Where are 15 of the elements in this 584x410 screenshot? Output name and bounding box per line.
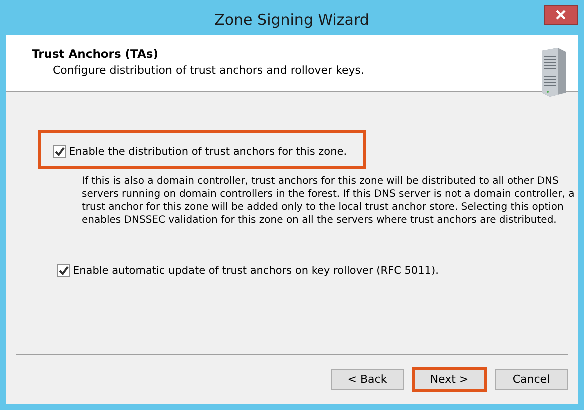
page-subtitle: Configure distribution of trust anchors and rollover keys.: [53, 64, 364, 77]
option-description: If this is also a domain controller, trust anchors for this zone will be distributed to all other DNS servers running on domain controllers in the forest. If this DNS server is not a domain controller, a trust anchor for this zone will be added only to the local trust anchor store. Selecting this option enables DNSSEC validation for this zone on all the servers where trust anchors are distributed.: [82, 175, 576, 227]
checkmark-icon: [58, 266, 68, 275]
wizard-button[interactable]: Next >: [412, 367, 487, 392]
wizard-button[interactable]: < Back: [331, 369, 404, 390]
window-title: Zone Signing Wizard: [214, 10, 370, 28]
close-button[interactable]: [544, 5, 578, 25]
checkbox[interactable]: [53, 145, 66, 158]
checkbox-option[interactable]: Enable the distribution of trust anchors for this zone.: [38, 130, 366, 169]
checkbox[interactable]: [57, 264, 70, 277]
page-title: Trust Anchors (TAs): [32, 47, 160, 61]
wizard-button[interactable]: Cancel: [495, 369, 568, 390]
checkmark-icon: [54, 147, 64, 156]
checkbox-option[interactable]: Enable automatic update of trust anchors on key rollover (RFC 5011).: [38, 261, 578, 280]
close-icon: [556, 10, 566, 20]
